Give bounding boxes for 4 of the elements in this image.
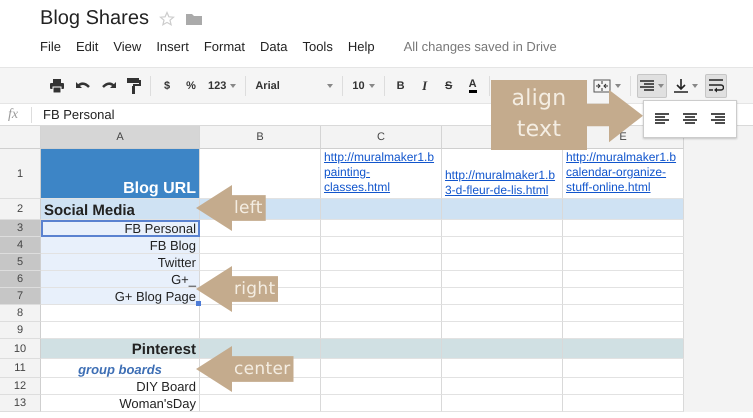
save-status: All changes saved in Drive bbox=[404, 39, 557, 54]
callout-tooltip: left bbox=[196, 185, 266, 231]
formula-label: fx bbox=[0, 106, 32, 122]
callout-tooltip: right bbox=[196, 266, 278, 312]
